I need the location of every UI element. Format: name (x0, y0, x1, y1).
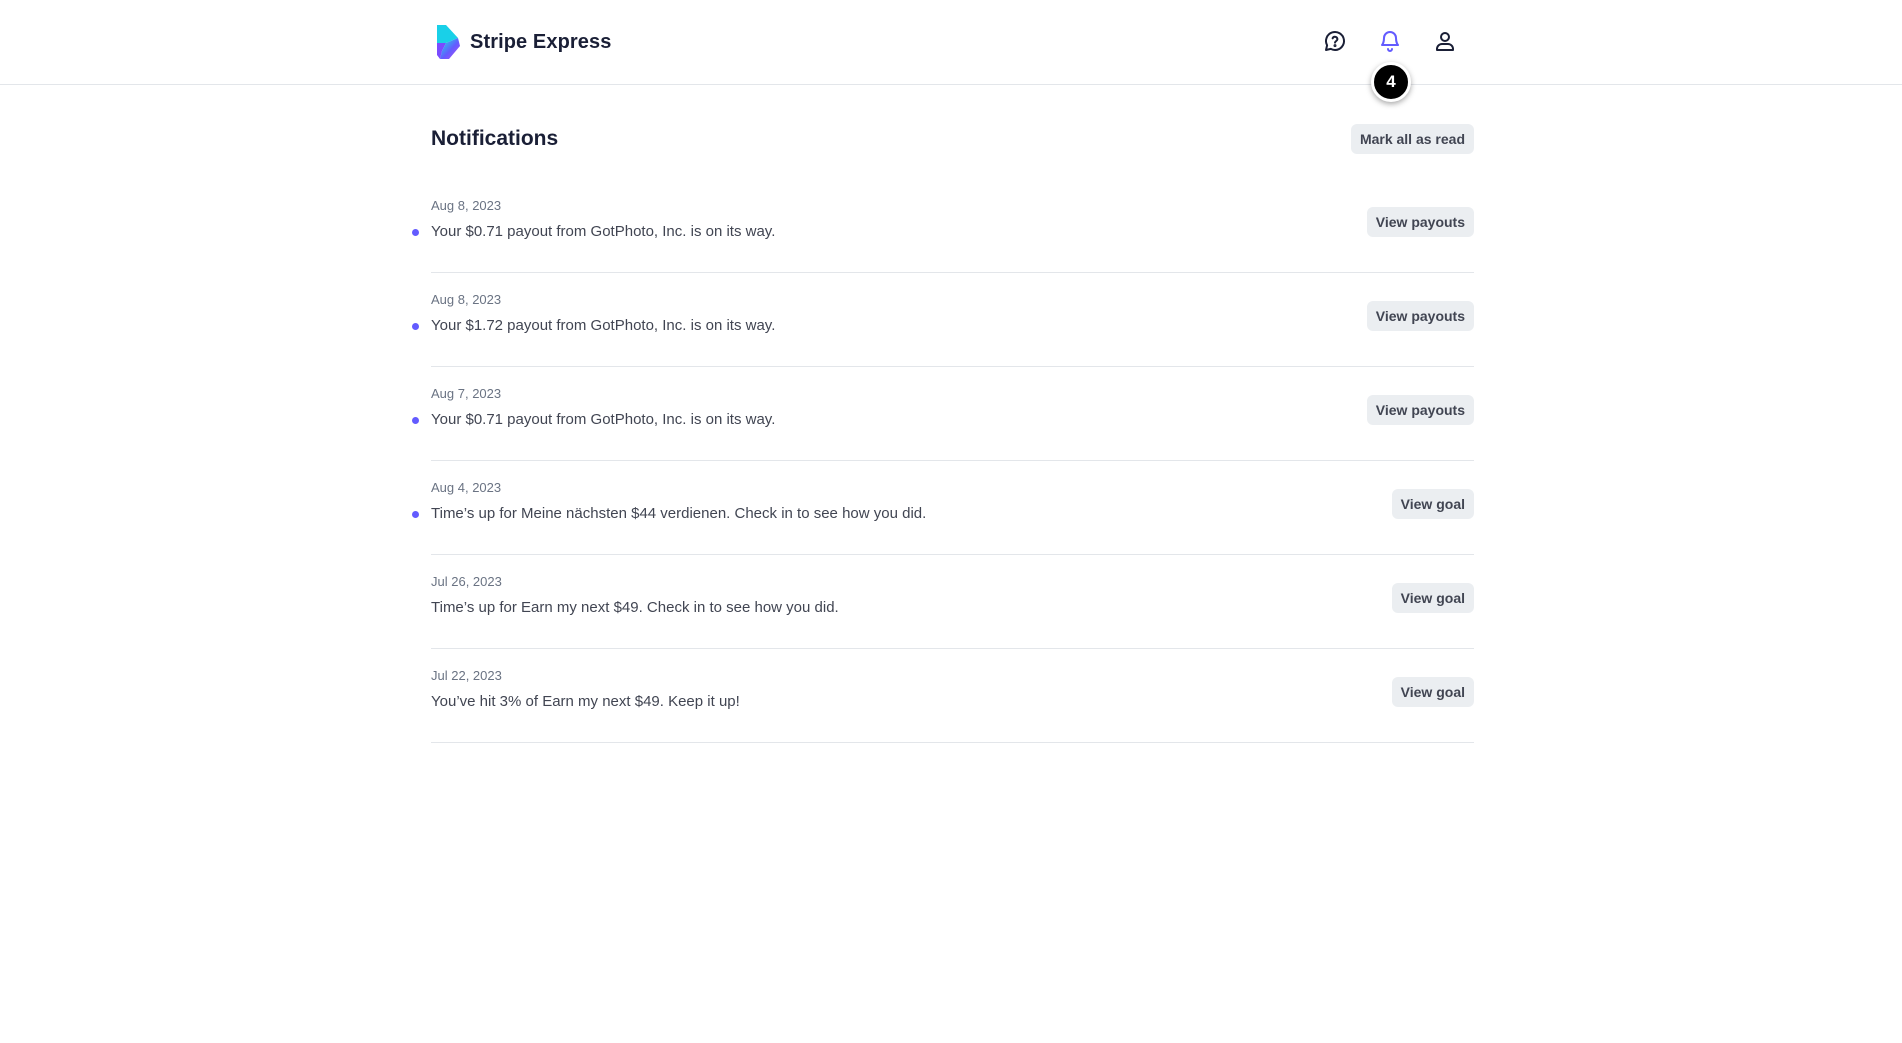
notification-row: Aug 8, 2023 Your $0.71 payout from GotPh… (412, 179, 1474, 273)
unread-dot-icon (412, 417, 419, 424)
notification-message: Time’s up for Earn my next $49. Check in… (431, 599, 839, 616)
mark-all-as-read-button[interactable]: Mark all as read (1350, 124, 1474, 154)
profile-button[interactable] (1429, 25, 1461, 57)
bell-icon (1381, 31, 1399, 52)
unread-dot-icon (412, 229, 419, 236)
notification-message: Your $1.72 payout from GotPhoto, Inc. is… (431, 317, 776, 334)
view-goal-button[interactable]: View goal (1391, 583, 1474, 613)
notification-date: Aug 4, 2023 (431, 480, 502, 495)
notification-row: Jul 26, 2023 Time’s up for Earn my next … (431, 555, 1474, 649)
top-bar: Stripe Express (0, 0, 1902, 85)
notification-row: Aug 7, 2023 Your $0.71 payout from GotPh… (412, 367, 1474, 461)
page-title: Notifications (431, 127, 559, 150)
unread-dot-icon (412, 511, 419, 518)
notification-message: Your $0.71 payout from GotPhoto, Inc. is… (431, 411, 776, 428)
brand-name: Stripe Express (470, 30, 612, 53)
view-payouts-button[interactable]: View payouts (1366, 207, 1474, 237)
notification-date: Aug 8, 2023 (431, 292, 502, 307)
notification-date: Jul 22, 2023 (431, 668, 502, 683)
view-goal-button[interactable]: View goal (1391, 489, 1474, 519)
notification-row: Aug 8, 2023 Your $1.72 payout from GotPh… (412, 273, 1474, 367)
view-goal-button[interactable]: View goal (1391, 677, 1474, 707)
notification-count-badge: 4 (1371, 62, 1411, 102)
notification-message: Your $0.71 payout from GotPhoto, Inc. is… (431, 223, 776, 240)
notification-message: Time’s up for Meine nächsten $44 verdien… (431, 505, 927, 522)
notification-date: Aug 7, 2023 (431, 386, 502, 401)
notification-row: Jul 22, 2023 You’ve hit 3% of Earn my ne… (431, 649, 1474, 743)
help-button[interactable] (1319, 25, 1351, 57)
notifications-button[interactable] (1374, 25, 1406, 57)
unread-dot-icon (412, 323, 419, 330)
notification-row: Aug 4, 2023 Time’s up for Meine nächsten… (412, 461, 1474, 555)
stripe-express-logo-icon (437, 25, 460, 59)
notification-date: Aug 8, 2023 (431, 198, 502, 213)
user-icon (1436, 32, 1454, 51)
notification-date: Jul 26, 2023 (431, 574, 502, 589)
notifications-list: Aug 8, 2023 Your $0.71 payout from GotPh… (412, 179, 1474, 743)
view-payouts-button[interactable]: View payouts (1366, 301, 1474, 331)
help-circle-icon (1325, 31, 1345, 51)
notification-message: You’ve hit 3% of Earn my next $49. Keep … (431, 693, 740, 710)
view-payouts-button[interactable]: View payouts (1366, 395, 1474, 425)
brand[interactable]: Stripe Express (434, 24, 611, 60)
